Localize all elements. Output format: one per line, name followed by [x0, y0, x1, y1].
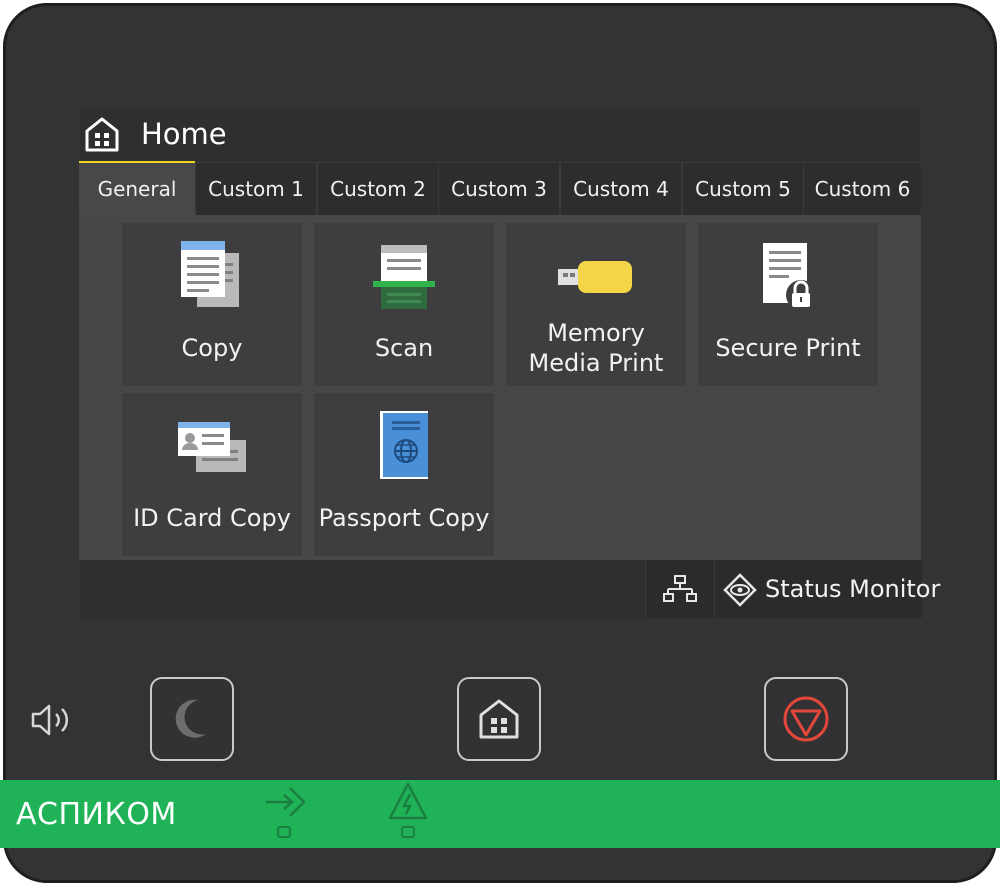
screen-footer: Status Monitor — [79, 560, 940, 618]
page-title: Home — [141, 117, 227, 151]
watermark-text: АСПИКОМ — [16, 797, 177, 832]
tile-label: Media Print — [528, 349, 664, 377]
secure-print-tile[interactable]: Secure Print — [698, 223, 878, 386]
id-card-icon — [178, 422, 246, 472]
tile-label: Copy — [181, 334, 243, 362]
stop-button[interactable] — [764, 677, 848, 761]
status-monitor-button[interactable]: Status Monitor — [714, 560, 940, 618]
secure-print-icon — [763, 243, 816, 310]
tab-custom-5[interactable]: Custom 5 — [683, 163, 803, 215]
touch-screen: Home General Custom 1 Custom 2 Custom 3 … — [79, 107, 940, 618]
tab-general[interactable]: General — [79, 163, 195, 215]
passport-copy-tile[interactable]: Passport Copy — [314, 393, 494, 556]
tab-custom-2[interactable]: Custom 2 — [318, 163, 438, 215]
memory-media-print-tile[interactable]: Memory Media Print — [506, 223, 686, 386]
tab-custom-3[interactable]: Custom 3 — [439, 163, 559, 215]
watermark-banner: АСПИКОМ — [0, 780, 1000, 848]
copy-icon — [181, 241, 239, 307]
speaker-icon — [31, 704, 69, 736]
home-icon — [85, 117, 119, 152]
network-button[interactable] — [645, 560, 714, 618]
passport-icon — [380, 411, 428, 479]
tile-label: Scan — [374, 334, 434, 362]
function-grid: Copy Scan Memory Media Print Secure Prin… — [79, 215, 921, 560]
error-warning-icon — [388, 782, 428, 820]
data-input-icon — [266, 787, 306, 817]
moon-icon — [175, 699, 206, 738]
tile-label: Passport Copy — [318, 504, 490, 532]
tile-label: Memory — [547, 319, 645, 347]
status-monitor-eye-icon — [723, 573, 757, 607]
screen-header: Home — [79, 107, 921, 166]
stop-icon — [783, 696, 829, 742]
tab-custom-1[interactable]: Custom 1 — [196, 163, 316, 215]
id-card-copy-tile[interactable]: ID Card Copy — [122, 393, 302, 556]
indicator-led — [277, 826, 291, 838]
usb-drive-icon — [558, 261, 632, 293]
indicator-led — [401, 826, 415, 838]
scan-tile[interactable]: Scan — [314, 223, 494, 386]
status-monitor-label: Status Monitor — [765, 575, 941, 603]
tab-custom-4[interactable]: Custom 4 — [561, 163, 681, 215]
tab-custom-6[interactable]: Custom 6 — [804, 163, 921, 215]
network-icon — [663, 575, 697, 602]
tile-label: Secure Print — [715, 334, 861, 362]
energy-saver-button[interactable] — [150, 677, 234, 761]
home-hardware-button[interactable] — [457, 677, 541, 761]
home-icon — [479, 699, 519, 739]
scan-icon — [373, 245, 435, 309]
tile-label: ID Card Copy — [133, 504, 291, 532]
copy-tile[interactable]: Copy — [122, 223, 302, 386]
